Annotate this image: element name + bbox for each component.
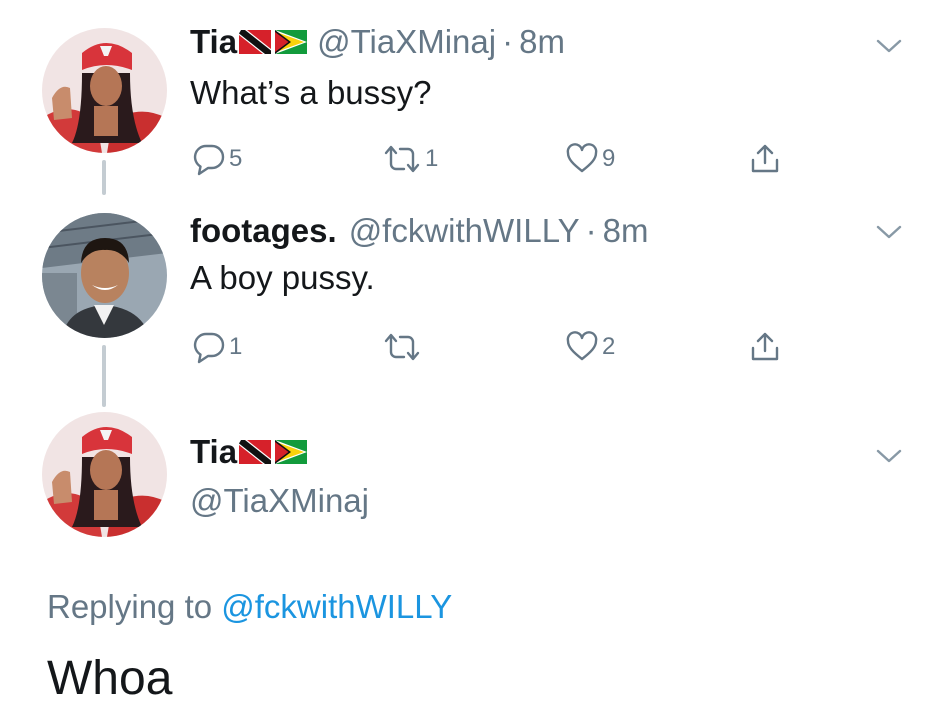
flag-emojis — [239, 440, 308, 464]
guyana-flag-icon — [275, 30, 308, 54]
like-count: 9 — [602, 145, 616, 172]
timestamp[interactable]: 8m — [603, 211, 649, 251]
reply-count: 5 — [229, 145, 243, 172]
replying-to-line: Replying to @fckwithWILLY — [47, 585, 452, 629]
trinidad-and-tobago-flag-icon — [239, 440, 272, 464]
retweet-button[interactable]: 1 — [382, 142, 438, 176]
share-button[interactable] — [748, 330, 782, 364]
like-count: 2 — [602, 333, 616, 360]
heart-icon — [566, 143, 598, 173]
share-icon — [751, 144, 779, 173]
avatar[interactable] — [42, 28, 167, 153]
like-button[interactable]: 2 — [565, 330, 615, 364]
flag-emojis — [239, 30, 308, 54]
reply-button[interactable]: 5 — [192, 142, 242, 176]
display-name[interactable]: footages. — [190, 211, 337, 251]
tweet-text: A boy pussy. — [190, 259, 375, 296]
thread-connector-line — [102, 345, 106, 407]
separator-dot: · — [585, 212, 597, 249]
reply-icon — [193, 144, 225, 176]
main-tweet-text: Whoa — [47, 652, 173, 705]
like-button[interactable]: 9 — [565, 142, 615, 176]
share-button[interactable] — [748, 142, 782, 176]
display-name[interactable]: Tia — [190, 432, 237, 472]
tweet-header: footages. @fckwithWILLY · 8m — [190, 211, 648, 251]
reply-button[interactable]: 1 — [192, 330, 242, 364]
retweet-icon — [384, 333, 420, 361]
heart-icon — [566, 331, 598, 361]
separator-dot: · — [502, 23, 514, 60]
timestamp[interactable]: 8m — [519, 22, 565, 62]
chevron-down-icon[interactable] — [874, 36, 904, 56]
avatar[interactable] — [42, 412, 167, 537]
tweet-text: What’s a bussy? — [190, 74, 432, 111]
avatar[interactable] — [42, 213, 167, 338]
trinidad-and-tobago-flag-icon — [239, 30, 272, 54]
user-handle[interactable]: @TiaXMinaj — [190, 481, 369, 521]
tweet-header: Tia — [190, 432, 317, 472]
replying-to-label: Replying to — [47, 588, 222, 625]
reply-icon — [193, 332, 225, 364]
user-handle[interactable]: @fckwithWILLY — [349, 211, 580, 251]
share-icon — [751, 332, 779, 361]
display-name[interactable]: Tia — [190, 22, 237, 62]
retweet-count: 1 — [425, 145, 439, 172]
user-handle[interactable]: @TiaXMinaj — [317, 22, 496, 62]
guyana-flag-icon — [275, 440, 308, 464]
mention-link[interactable]: @fckwithWILLY — [221, 588, 452, 625]
chevron-down-icon[interactable] — [874, 446, 904, 466]
reply-count: 1 — [229, 333, 243, 360]
retweet-button[interactable] — [382, 330, 425, 364]
tweet-header: Tia @TiaXMinaj · 8m — [190, 22, 565, 62]
retweet-icon — [384, 145, 420, 173]
chevron-down-icon[interactable] — [874, 222, 904, 242]
thread-connector-line — [102, 160, 106, 195]
